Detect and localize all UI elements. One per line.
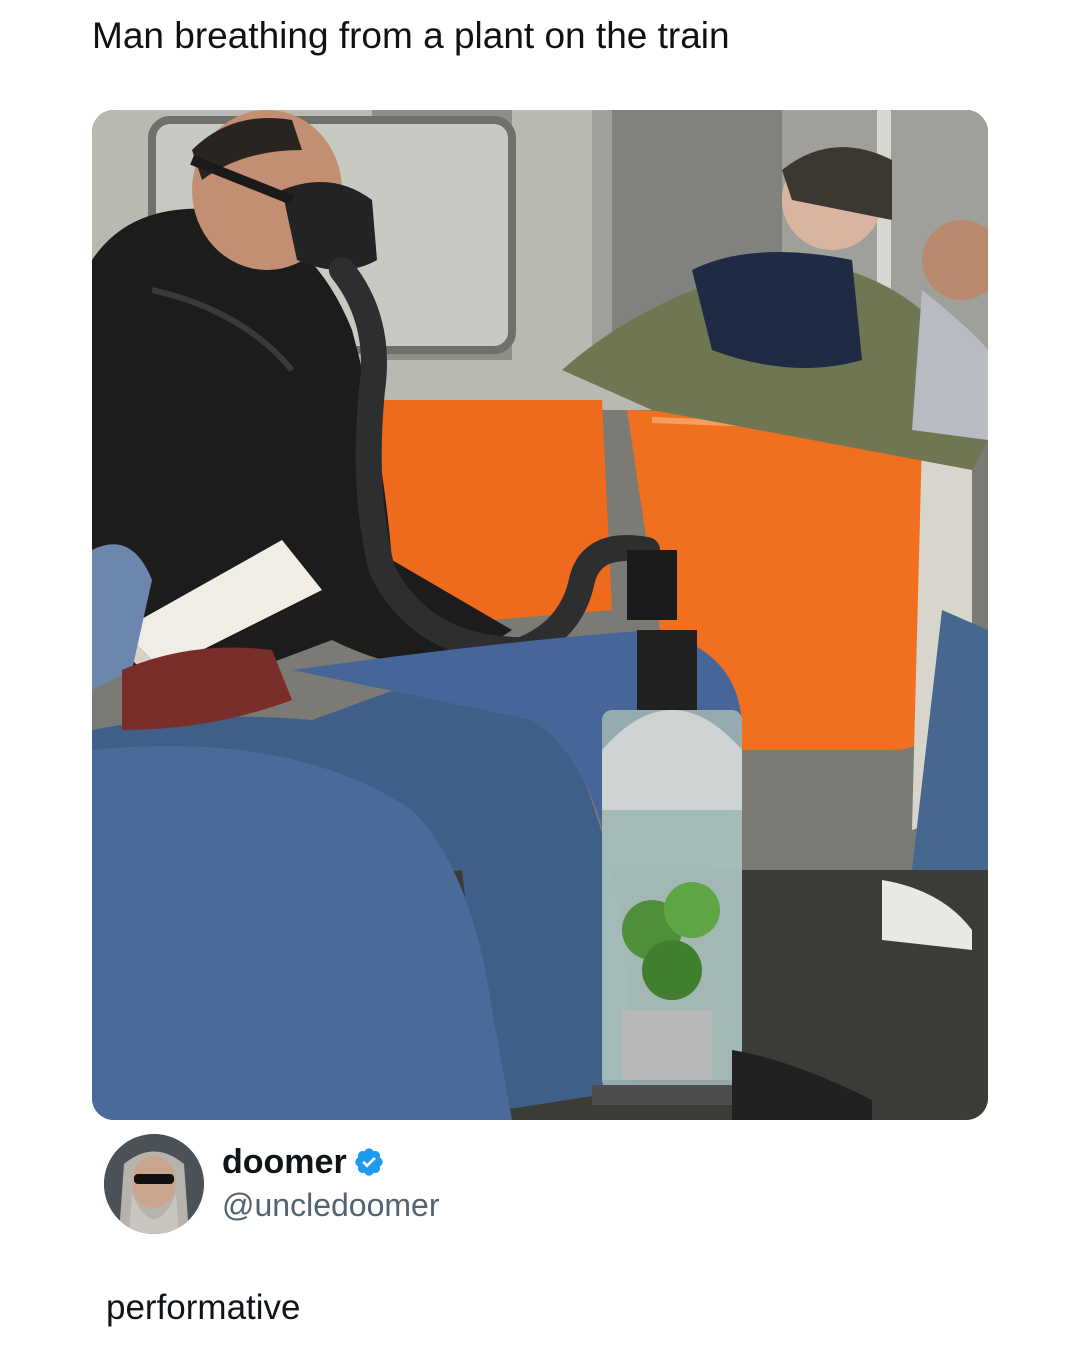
verified-badge-icon	[355, 1148, 383, 1176]
avatar[interactable]	[104, 1134, 204, 1234]
subway-scene-image	[92, 110, 988, 1120]
avatar-image	[104, 1134, 204, 1234]
author-handle[interactable]: @uncledoomer	[222, 1184, 439, 1226]
post-text: performative	[106, 1288, 301, 1327]
post-photo[interactable]	[92, 110, 988, 1120]
post-caption: Man breathing from a plant on the train	[92, 15, 730, 56]
author-display-name[interactable]: doomer	[222, 1142, 347, 1182]
post-author[interactable]: doomer @uncledoomer	[104, 1134, 439, 1234]
